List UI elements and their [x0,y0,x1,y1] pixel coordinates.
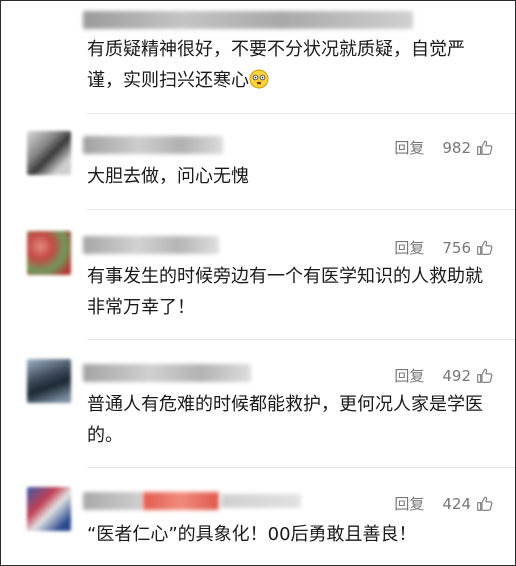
avatar[interactable] [27,487,71,531]
reply-button[interactable]: 回复 [394,137,424,158]
comment-text-content: 有质疑精神很好，不要不分状况就质疑，自觉严谨，实则扫兴还寒心 [87,39,465,91]
comment-text: 有质疑精神很好，不要不分状况就质疑，自觉严谨，实则扫兴还寒心 [87,34,487,96]
divider [87,339,515,340]
comment-meta: 回复 492 [394,365,493,386]
blurred-username[interactable] [83,236,219,254]
comment-meta: 回复 982 [394,137,493,158]
divider [87,467,515,468]
blurred-badge [143,492,219,510]
like-count: 756 [442,238,471,257]
comment-text: 大胆去做，问心无愧 [87,166,249,187]
blurred-username[interactable] [83,364,251,382]
reply-button[interactable]: 回复 [394,237,424,258]
divider [87,113,515,114]
avatar[interactable] [27,131,71,175]
thumbs-up-icon[interactable] [476,367,493,384]
blurred-username [83,11,413,29]
blurred-username[interactable] [83,492,143,510]
comment-text: 普通人有危难的时候都能救护，更何况人家是学医的。 [87,394,483,446]
like-count: 424 [442,494,471,513]
reply-button[interactable]: 回复 [394,493,424,514]
comment-meta: 回复 424 [394,493,493,514]
like-count: 982 [442,138,471,157]
avatar[interactable] [27,231,71,275]
comment-list-frame: 有质疑精神很好，不要不分状况就质疑，自觉严谨，实则扫兴还寒心 回复 982 大胆… [0,0,516,566]
thumbs-up-icon[interactable] [476,139,493,156]
comment-text: 有事发生的时候旁边有一个有医学知识的人救助就非常万幸了！ [87,266,483,318]
reply-button[interactable]: 回复 [394,365,424,386]
face-with-spiral-eyes-icon [249,69,269,89]
comment-meta: 回复 756 [394,237,493,258]
blurred-username[interactable] [83,136,223,154]
thumbs-up-icon[interactable] [476,239,493,256]
comment-text: “医者仁心”的具象化！00后勇敢且善良！ [87,524,417,545]
like-count: 492 [442,366,471,385]
thumbs-up-icon[interactable] [476,495,493,512]
blurred-username [221,494,301,508]
avatar[interactable] [27,359,71,403]
divider [87,209,515,210]
